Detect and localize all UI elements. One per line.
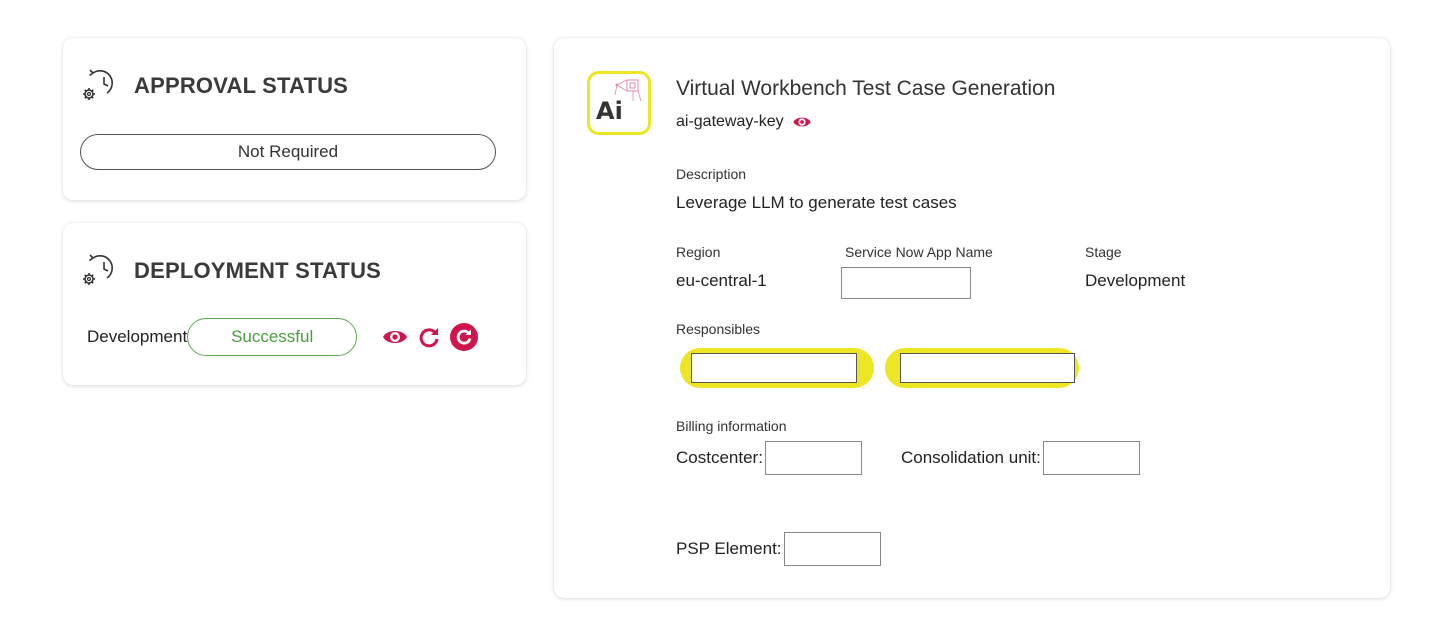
description-value: Leverage LLM to generate test cases [676, 193, 957, 212]
psp-label: PSP Element: [676, 539, 782, 558]
deployment-status-card: DEPLOYMENT STATUS Development Successful [63, 223, 526, 385]
costcenter-field: Costcenter: [676, 441, 862, 475]
responsible-field-1 [680, 348, 874, 388]
clock-gear-icon [83, 254, 113, 285]
billing-label: Billing information [676, 418, 787, 434]
ai-logo-icon: Ai [587, 71, 651, 135]
svg-text:Ai: Ai [596, 97, 623, 125]
deployment-actions [382, 323, 479, 351]
app-detail-card: Ai Virtual Workbench Test Case Generatio… [554, 38, 1390, 598]
consolidation-label: Consolidation unit: [901, 448, 1041, 467]
eye-icon[interactable] [382, 326, 408, 348]
psp-field: PSP Element: [676, 532, 881, 566]
stage-value: Development [1085, 271, 1186, 290]
refresh-icon[interactable] [418, 326, 440, 348]
region-label: Region [676, 244, 721, 260]
approval-status-card: APPROVAL STATUS Not Required [63, 38, 526, 200]
responsible-field-2 [885, 348, 1079, 388]
service-now-input[interactable] [841, 267, 971, 299]
approval-header: APPROVAL STATUS [77, 66, 348, 106]
key-row: ai-gateway-key [676, 113, 812, 131]
deployment-title: DEPLOYMENT STATUS [134, 258, 382, 283]
deployment-header: DEPLOYMENT STATUS [77, 251, 381, 291]
service-now-label: Service Now App Name [845, 244, 993, 260]
psp-input[interactable] [783, 532, 881, 566]
responsible-input-2[interactable] [900, 353, 1075, 383]
approval-status-badge: Not Required [80, 134, 496, 170]
consolidation-input[interactable] [1042, 441, 1140, 475]
responsibles-label: Responsibles [676, 321, 761, 337]
deployment-status-badge: Successful [187, 318, 358, 356]
clock-gear-icon [83, 69, 113, 100]
costcenter-input[interactable] [764, 441, 862, 475]
deployment-environment: Development [87, 327, 188, 346]
responsible-input-1[interactable] [691, 353, 857, 383]
deployment-row: Development Successful [87, 318, 479, 356]
region-value: eu-central-1 [676, 271, 767, 290]
eye-icon[interactable] [792, 114, 812, 130]
approval-title: APPROVAL STATUS [134, 73, 349, 98]
key-name: ai-gateway-key [676, 113, 784, 130]
consolidation-field: Consolidation unit: [901, 441, 1140, 475]
app-title: Virtual Workbench Test Case Generation [676, 77, 1056, 100]
costcenter-label: Costcenter: [676, 448, 763, 467]
circle-refresh-icon[interactable] [450, 323, 479, 351]
stage-label: Stage [1085, 244, 1122, 260]
description-label: Description [676, 166, 747, 182]
